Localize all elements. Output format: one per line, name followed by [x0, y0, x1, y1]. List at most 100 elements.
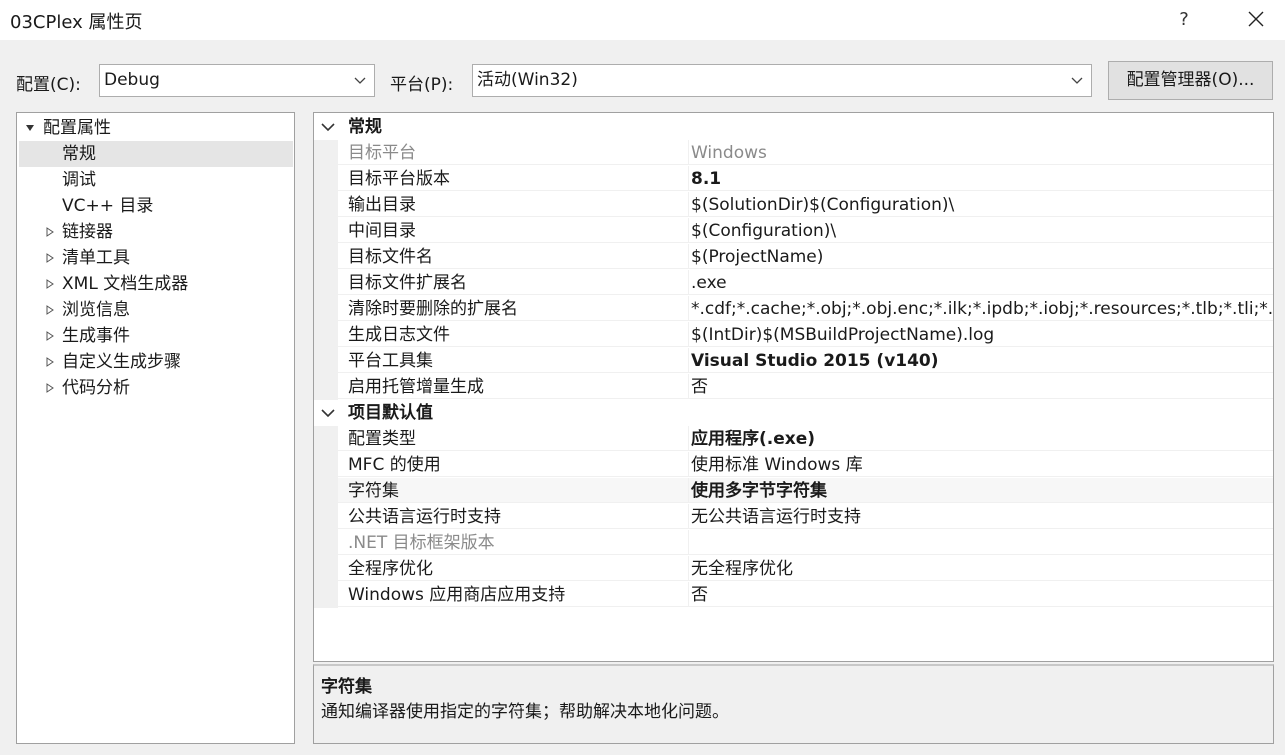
property-name: 输出目录	[338, 192, 688, 217]
close-button[interactable]	[1236, 4, 1276, 34]
property-name: 公共语言运行时支持	[338, 504, 688, 529]
tree-item-label: 链接器	[62, 222, 113, 242]
property-value[interactable]: 应用程序(.exe)	[688, 426, 1273, 451]
property-value[interactable]: 使用标准 Windows 库	[688, 452, 1273, 477]
config-manager-button[interactable]: 配置管理器(O)...	[1108, 61, 1273, 100]
expand-triangle-icon[interactable]	[45, 227, 55, 237]
tree-item-label: 自定义生成步骤	[62, 352, 181, 372]
tree-item-manifest-tool[interactable]: 清单工具	[17, 245, 294, 271]
tree-item-xml-doc-generator[interactable]: XML 文档生成器	[17, 271, 294, 297]
chevron-down-icon	[354, 77, 366, 84]
category-project-defaults[interactable]: 项目默认值	[314, 400, 1273, 426]
platform-label: 平台(P):	[390, 75, 454, 95]
window-title: 03CPlex 属性页	[10, 12, 143, 33]
property-row-net-target-framework[interactable]: .NET 目标框架版本	[314, 530, 1273, 556]
property-value[interactable]: 否	[688, 374, 1273, 399]
tree-item-label: 调试	[62, 170, 96, 190]
property-row-intermediate-directory[interactable]: 中间目录 $(Configuration)\	[314, 218, 1273, 244]
expand-triangle-icon[interactable]	[45, 305, 55, 315]
property-name: 中间目录	[338, 218, 688, 243]
property-name: Windows 应用商店应用支持	[338, 582, 688, 607]
platform-select-value: 活动(Win32)	[477, 70, 578, 90]
property-row-target-platform[interactable]: 目标平台 Windows	[314, 140, 1273, 166]
expand-triangle-icon[interactable]	[45, 383, 55, 393]
property-row-managed-incremental-build[interactable]: 启用托管增量生成 否	[314, 374, 1273, 400]
expand-triangle-icon[interactable]	[45, 279, 55, 289]
property-name: 字符集	[338, 478, 688, 503]
property-row-build-log-file[interactable]: 生成日志文件 $(IntDir)$(MSBuildProjectName).lo…	[314, 322, 1273, 348]
expand-triangle-icon[interactable]	[45, 331, 55, 341]
property-row-configuration-type[interactable]: 配置类型 应用程序(.exe)	[314, 426, 1273, 452]
expand-triangle-icon[interactable]	[45, 253, 55, 263]
property-row-whole-program-optimization[interactable]: 全程序优化 无全程序优化	[314, 556, 1273, 582]
tree-item-label: 浏览信息	[62, 300, 130, 320]
property-name: 清除时要删除的扩展名	[338, 296, 688, 321]
property-value[interactable]: 8.1	[688, 166, 1273, 191]
category-label: 常规	[348, 117, 382, 137]
platform-select[interactable]: 活动(Win32)	[472, 64, 1092, 97]
tree-item-label: 代码分析	[62, 378, 130, 398]
tree-item-debugging[interactable]: 调试	[17, 167, 294, 193]
tree-item-code-analysis[interactable]: 代码分析	[17, 375, 294, 401]
property-value[interactable]: $(SolutionDir)$(Configuration)\	[688, 192, 1273, 217]
tree-item-label: VC++ 目录	[62, 196, 154, 216]
title-bar: 03CPlex 属性页 ?	[0, 0, 1285, 40]
tree-item-linker[interactable]: 链接器	[17, 219, 294, 245]
property-row-character-set[interactable]: 字符集 使用多字节字符集	[314, 478, 1273, 504]
tree-item-vc-directories[interactable]: VC++ 目录	[17, 193, 294, 219]
property-value[interactable]: 使用多字节字符集	[688, 478, 1273, 503]
property-value[interactable]: .exe	[688, 270, 1273, 295]
property-row-output-directory[interactable]: 输出目录 $(SolutionDir)$(Configuration)\	[314, 192, 1273, 218]
collapse-chevron-icon[interactable]	[321, 122, 335, 132]
property-name: 目标平台版本	[338, 166, 688, 191]
tree-item-label: 清单工具	[62, 248, 130, 268]
description-panel: 字符集 通知编译器使用指定的字符集；帮助解决本地化问题。	[313, 664, 1274, 744]
property-row-clr-support[interactable]: 公共语言运行时支持 无公共语言运行时支持	[314, 504, 1273, 530]
property-name: 全程序优化	[338, 556, 688, 581]
property-row-windows-store-app-support[interactable]: Windows 应用商店应用支持 否	[314, 582, 1273, 608]
property-row-target-platform-version[interactable]: 目标平台版本 8.1	[314, 166, 1273, 192]
tree-item-custom-build-step[interactable]: 自定义生成步骤	[17, 349, 294, 375]
property-value[interactable]	[688, 530, 1273, 555]
tree-root-config-properties[interactable]: 配置属性	[17, 115, 294, 141]
tree-item-general[interactable]: 常规	[19, 141, 293, 167]
description-text: 通知编译器使用指定的字符集；帮助解决本地化问题。	[321, 702, 729, 722]
category-general[interactable]: 常规	[314, 114, 1273, 140]
property-value[interactable]: 无全程序优化	[688, 556, 1273, 581]
property-name: 平台工具集	[338, 348, 688, 373]
help-button[interactable]: ?	[1164, 4, 1204, 34]
chevron-down-icon	[1071, 77, 1083, 84]
property-value[interactable]: 无公共语言运行时支持	[688, 504, 1273, 529]
property-row-clean-extensions[interactable]: 清除时要删除的扩展名 *.cdf;*.cache;*.obj;*.obj.enc…	[314, 296, 1273, 322]
property-name: 启用托管增量生成	[338, 374, 688, 399]
property-row-use-of-mfc[interactable]: MFC 的使用 使用标准 Windows 库	[314, 452, 1273, 478]
property-value[interactable]: 否	[688, 582, 1273, 607]
property-value[interactable]: $(IntDir)$(MSBuildProjectName).log	[688, 322, 1273, 347]
property-value[interactable]: Windows	[688, 140, 1273, 165]
property-row-target-name[interactable]: 目标文件名 $(ProjectName)	[314, 244, 1273, 270]
property-value[interactable]: $(Configuration)\	[688, 218, 1273, 243]
property-row-target-extension[interactable]: 目标文件扩展名 .exe	[314, 270, 1273, 296]
expand-triangle-icon[interactable]	[45, 357, 55, 367]
property-row-platform-toolset[interactable]: 平台工具集 Visual Studio 2015 (v140)	[314, 348, 1273, 374]
config-select-value: Debug	[104, 70, 160, 90]
collapse-chevron-icon[interactable]	[321, 408, 335, 418]
tree-item-browse-info[interactable]: 浏览信息	[17, 297, 294, 323]
property-name: 目标文件名	[338, 244, 688, 269]
config-select[interactable]: Debug	[99, 64, 375, 97]
category-label: 项目默认值	[348, 403, 433, 423]
tree-root-label: 配置属性	[43, 118, 111, 138]
property-value[interactable]: *.cdf;*.cache;*.obj;*.obj.enc;*.ilk;*.ip…	[688, 296, 1273, 321]
property-name: 目标平台	[338, 140, 688, 165]
property-value[interactable]: $(ProjectName)	[688, 244, 1273, 269]
tree-item-label: 生成事件	[62, 326, 130, 346]
property-value[interactable]: Visual Studio 2015 (v140)	[688, 348, 1273, 373]
tree-item-label: XML 文档生成器	[62, 274, 189, 294]
property-name: 配置类型	[338, 426, 688, 451]
collapse-triangle-icon[interactable]	[25, 123, 35, 133]
property-name: MFC 的使用	[338, 452, 688, 477]
description-title: 字符集	[321, 677, 372, 697]
tree-item-build-events[interactable]: 生成事件	[17, 323, 294, 349]
property-name: 生成日志文件	[338, 322, 688, 347]
config-toolbar: 配置(C): Debug 平台(P): 活动(Win32) 配置管理器(O)..…	[0, 40, 1285, 110]
